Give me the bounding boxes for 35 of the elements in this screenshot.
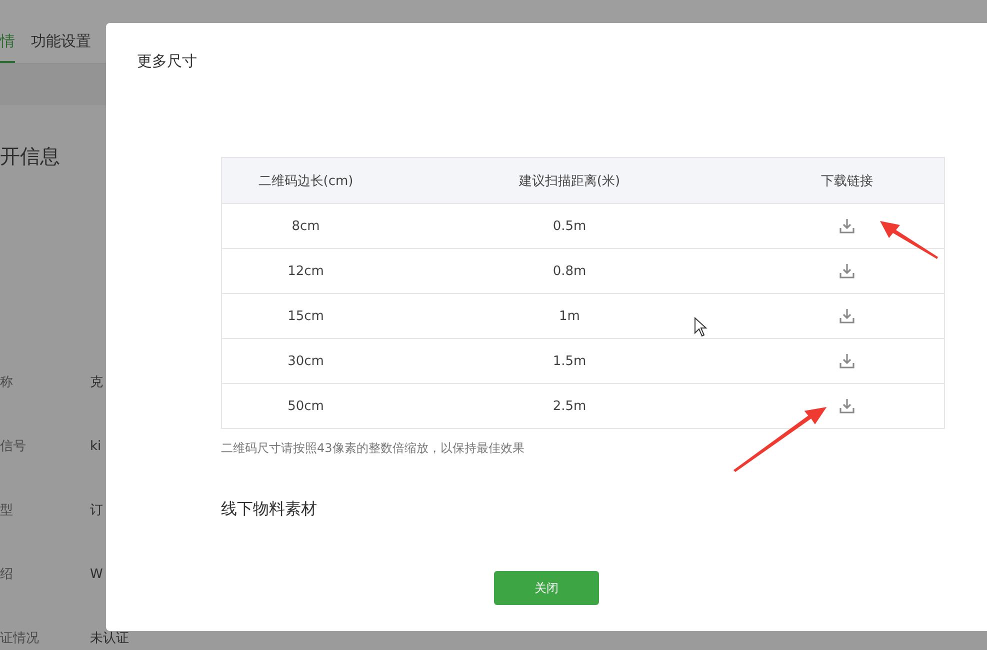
download-icon[interactable] <box>838 308 855 324</box>
field-value: ki <box>90 440 102 454</box>
table-cell: 0.5m <box>390 204 750 248</box>
close-button[interactable]: 关闭 <box>494 571 599 605</box>
table-cell: 0.8m <box>390 248 750 294</box>
annotation-arrow <box>878 219 940 259</box>
field-value: 订 <box>90 504 103 518</box>
download-icon[interactable] <box>838 218 855 234</box>
download-icon[interactable] <box>838 398 855 414</box>
hint-text: 二维码尺寸请按照43像素的整数倍缩放，以保持最佳效果 <box>221 440 524 457</box>
column-header: 二维码边长(cm) <box>222 158 390 204</box>
section-heading: 开信息 <box>0 143 61 170</box>
cursor-icon <box>694 317 708 337</box>
field-label: 信号 <box>0 440 27 454</box>
column-header: 下载链接 <box>750 158 944 204</box>
table-cell: 1.5m <box>390 338 750 384</box>
field-value: 未认证 <box>90 632 129 646</box>
tab[interactable]: 功能设置 <box>31 32 91 63</box>
download-icon[interactable] <box>838 263 855 279</box>
section-heading: 线下物料素材 <box>221 499 318 520</box>
table-cell: 2.5m <box>390 384 750 428</box>
field-value: W <box>90 568 103 582</box>
dialog-title: 更多尺寸 <box>137 52 197 71</box>
table-cell: 12cm <box>222 248 390 294</box>
field-value: 克 <box>90 376 103 390</box>
column-header: 建议扫描距离(米) <box>390 158 750 204</box>
field-label: 绍 <box>0 568 14 582</box>
field-label: 称 <box>0 376 14 390</box>
field-label: 型 <box>0 504 14 518</box>
download-icon[interactable] <box>838 353 855 369</box>
table-cell: 15cm <box>222 294 390 338</box>
table-cell: 8cm <box>222 204 390 248</box>
field-label: 证情况 <box>0 632 40 646</box>
table-cell: 50cm <box>222 384 390 428</box>
table-cell: 30cm <box>222 338 390 384</box>
